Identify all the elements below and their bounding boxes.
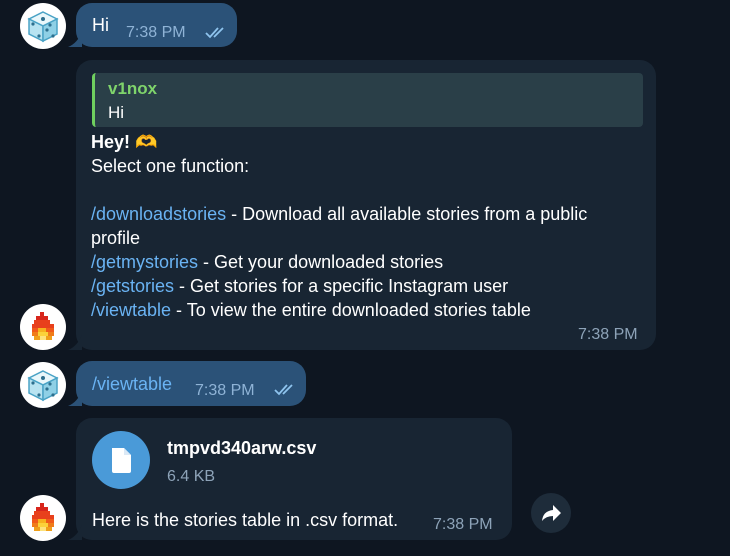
command-line: /getmystories - Get your downloaded stor…	[91, 250, 443, 274]
user-avatar[interactable]	[20, 3, 66, 49]
dice-icon	[27, 370, 59, 402]
file-size: 6.4 KB	[167, 468, 216, 485]
file-name[interactable]: tmpvd340arw.csv	[167, 438, 316, 459]
double-check-icon	[274, 384, 293, 396]
message-bubble-incoming[interactable]: v1nox Hi Hey! 🫶 Select one function: /do…	[76, 60, 656, 350]
command-description-continued: profile	[91, 228, 141, 248]
message-time: 7:38 PM	[195, 382, 255, 399]
forward-button[interactable]	[531, 493, 571, 533]
command-line: /getstories - Get stories for a specific…	[91, 274, 508, 298]
message-time: 7:38 PM	[433, 516, 493, 533]
bot-avatar[interactable]	[20, 495, 66, 541]
bubble-tail	[68, 334, 82, 350]
message-bubble-outgoing[interactable]: Hi 7:38 PM	[76, 3, 237, 47]
file-icon	[112, 448, 131, 473]
forward-arrow-icon	[542, 505, 561, 521]
message-caption: Here is the stories table in .csv format…	[92, 510, 399, 530]
command-link[interactable]: /viewtable	[92, 374, 172, 395]
command-link[interactable]: /getmystories	[91, 252, 198, 272]
fire-icon	[32, 503, 54, 531]
command-description: - Get stories for a specific Instagram u…	[174, 276, 509, 296]
command-description: - Download all available stories from a …	[226, 204, 588, 224]
command-link[interactable]: /getstories	[91, 276, 174, 296]
message-time: 7:38 PM	[578, 326, 638, 343]
command-line: /downloadstories - Download all availabl…	[91, 202, 587, 226]
command-description: - Get your downloaded stories	[198, 252, 444, 272]
message-bubble-outgoing[interactable]: /viewtable 7:38 PM	[76, 361, 306, 406]
command-link[interactable]: /downloadstories	[91, 204, 226, 224]
greeting-text: Hey! 🫶	[91, 132, 158, 152]
bot-avatar[interactable]	[20, 304, 66, 350]
command-link[interactable]: /viewtable	[91, 300, 171, 320]
fire-icon	[32, 312, 54, 340]
message-time: 7:38 PM	[126, 24, 186, 41]
reply-text: Hi	[108, 103, 125, 122]
user-avatar[interactable]	[20, 362, 66, 408]
reply-quote[interactable]: v1nox Hi	[92, 73, 643, 127]
file-download-button[interactable]	[92, 431, 150, 489]
message-bubble-incoming[interactable]: tmpvd340arw.csv 6.4 KB Here is the stori…	[76, 418, 512, 540]
prompt-text: Select one function:	[91, 156, 250, 176]
message-text: Hi	[92, 15, 109, 35]
bubble-tail	[68, 524, 82, 540]
command-description: - To view the entire downloaded stories …	[171, 300, 531, 320]
reply-author: v1nox	[108, 79, 158, 98]
command-line: /viewtable - To view the entire download…	[91, 298, 531, 322]
dice-icon	[27, 11, 59, 43]
double-check-icon	[205, 27, 224, 39]
